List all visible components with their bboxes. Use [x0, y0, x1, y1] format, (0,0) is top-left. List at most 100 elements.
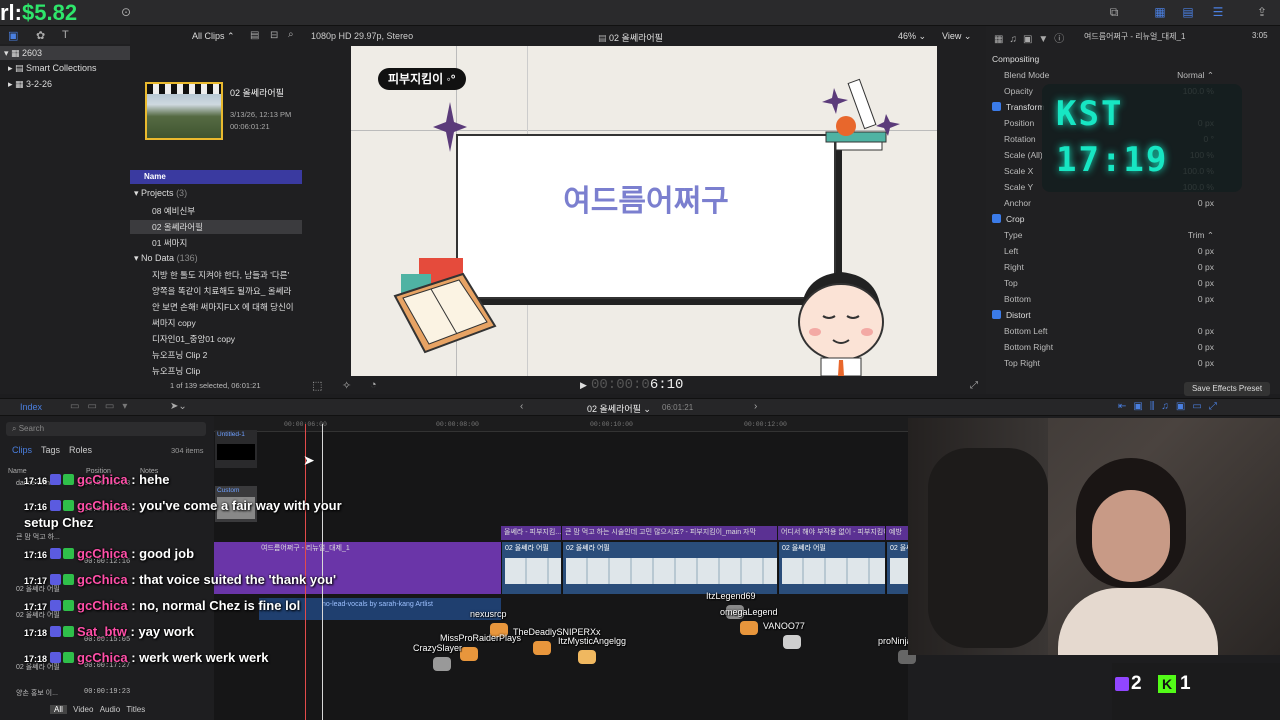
library-root[interactable]: ▾ ▦ 2603: [0, 46, 130, 60]
checkbox-icon[interactable]: [992, 310, 1001, 319]
connect-icon[interactable]: ⧉: [1104, 4, 1124, 20]
chat-username[interactable]: gcChica: [77, 572, 128, 587]
tab-all[interactable]: All: [50, 705, 67, 714]
inspector-row[interactable]: Bottom Left 0 px: [1004, 324, 1264, 338]
nodata-item[interactable]: 써마지 copy: [130, 316, 302, 330]
chat-username[interactable]: gcChica: [77, 598, 128, 613]
timeline-view-icons[interactable]: ⇤▣⫼♫▣▭⤢: [1118, 401, 1224, 412]
library-icon[interactable]: ▣: [8, 29, 18, 42]
layout-inspector-icon[interactable]: ☰: [1208, 4, 1228, 20]
inspector-row[interactable]: Blend Mode Normal ⌃: [1004, 68, 1264, 82]
project-item[interactable]: 01 써마지: [130, 236, 302, 250]
tab-tags[interactable]: Tags: [41, 445, 60, 455]
inspector-value[interactable]: 0 px: [1198, 324, 1214, 338]
video-clip[interactable]: 02 올쎄라 어필: [562, 542, 777, 594]
nodata-item[interactable]: 양쪽을 똑같이 치료해도 될까요_ 올쎄라: [130, 284, 302, 298]
projects-group[interactable]: ▾ Projects (3): [134, 188, 187, 199]
clip-appearance-icon[interactable]: ⊟: [270, 30, 278, 41]
layout-browser-icon[interactable]: ▦: [1150, 4, 1170, 20]
tab-clips[interactable]: Clips: [12, 445, 32, 455]
title-clip[interactable]: 예방: [886, 526, 908, 540]
layout-timeline-icon[interactable]: ▤: [1178, 4, 1198, 20]
speed-icon[interactable]: ◔: [370, 379, 377, 391]
inspector-tabs-icons[interactable]: ▦♫▣▼ⓘ: [994, 30, 1070, 45]
checkbox-icon[interactable]: [992, 102, 1001, 111]
title-clip[interactable]: 올쎄라 - 피부지킴...: [501, 526, 561, 540]
chat-username[interactable]: gcChica: [77, 498, 128, 513]
tab-titles[interactable]: Titles: [126, 705, 145, 714]
video-clip[interactable]: 02 올쎄라 어필: [886, 542, 908, 594]
checkbox-icon[interactable]: [992, 214, 1001, 223]
index-button[interactable]: Index: [20, 402, 42, 412]
inspector-section[interactable]: Transform: [992, 100, 1044, 114]
inspector-row[interactable]: Right 0 px: [1004, 260, 1264, 274]
video-clip[interactable]: 02 올쎄라 어필: [501, 542, 561, 594]
nodata-item[interactable]: 지방 한 톨도 지켜야 한다, 남들과 '다른': [130, 268, 302, 282]
save-effects-preset-button[interactable]: Save Effects Preset: [1184, 382, 1270, 396]
project-item[interactable]: 02 올쎄라어필: [130, 220, 302, 234]
back-arrow-icon[interactable]: ‹: [520, 401, 523, 412]
checkmark-icon[interactable]: ⊙: [116, 4, 136, 20]
title-clip[interactable]: 어디서 해야 부작용 없이 - 피부지킴이...: [778, 526, 885, 540]
project-item[interactable]: 08 예비신부: [130, 204, 302, 218]
inspector-row[interactable]: Type Trim ⌃: [1004, 228, 1264, 242]
chat-username[interactable]: Sat_btw: [77, 624, 127, 639]
inspector-value[interactable]: 0 px: [1198, 196, 1214, 210]
inspector-value[interactable]: Normal ⌃: [1177, 68, 1214, 82]
inspector-row[interactable]: Top 0 px: [1004, 276, 1264, 290]
nodata-item[interactable]: 안 보면 손해! 써마지FLX 에 대해 당신이: [130, 300, 302, 314]
inspector-value[interactable]: 0 px: [1198, 340, 1214, 354]
inspector-value[interactable]: 0 px: [1198, 356, 1214, 370]
timeline-ruler[interactable]: 00:00:06:00 00:00:08:00 00:00:10:00 00:0…: [214, 416, 908, 432]
clip-thumbnail[interactable]: [145, 82, 223, 140]
fullscreen-icon[interactable]: ⤢: [970, 380, 978, 391]
inspector-value[interactable]: 0 px: [1198, 292, 1214, 306]
inspector-row[interactable]: Bottom 0 px: [1004, 292, 1264, 306]
inspector-section[interactable]: Crop: [992, 212, 1024, 226]
library-item-smart-collections[interactable]: ▸ ▤ Smart Collections: [8, 61, 97, 75]
search-icon[interactable]: ⌕: [288, 29, 294, 40]
untitled-clip[interactable]: Untitled-1: [215, 430, 257, 468]
chat-username[interactable]: gcChica: [77, 650, 128, 665]
view-dropdown[interactable]: View ⌄: [942, 31, 971, 42]
index-row[interactable]: 양손 홍보 이... 00:00:19:23: [4, 686, 210, 700]
enhance-icon[interactable]: ✧: [342, 379, 351, 392]
transform-tool-icon[interactable]: ⬚: [312, 379, 322, 392]
forward-arrow-icon[interactable]: ›: [754, 401, 757, 412]
inspector-section[interactable]: Distort: [992, 308, 1031, 322]
index-search-input[interactable]: ⌕ Search: [6, 422, 206, 436]
inspector-value[interactable]: Trim ⌃: [1188, 228, 1214, 242]
inspector-row[interactable]: Bottom Right 0 px: [1004, 340, 1264, 354]
nodata-group[interactable]: ▾ No Data (136): [134, 253, 198, 264]
chat-username[interactable]: gcChica: [77, 472, 128, 487]
nodata-item[interactable]: 디자인01_중앙01 copy: [130, 332, 302, 346]
photos-icon[interactable]: ✿: [36, 29, 45, 42]
nodata-item[interactable]: 뉴오프닝 Clip 2: [130, 348, 302, 362]
project-dropdown[interactable]: 02 올쎄라어필 ⌄: [587, 402, 651, 415]
titles-icon[interactable]: T: [62, 29, 69, 41]
library-root-label: 2603: [22, 48, 43, 58]
tab-video[interactable]: Video: [73, 705, 93, 714]
share-icon[interactable]: ⇪: [1252, 4, 1272, 20]
timeline-tools-icons[interactable]: ▭▭▭▾: [70, 401, 135, 412]
inspector-row[interactable]: Anchor 0 px: [1004, 196, 1264, 210]
tab-audio[interactable]: Audio: [100, 705, 120, 714]
zoom-dropdown[interactable]: 46% ⌄: [898, 31, 926, 42]
tab-roles[interactable]: Roles: [69, 445, 92, 455]
chat-username[interactable]: gcChica: [77, 546, 128, 561]
view-options-icon[interactable]: ▤: [250, 30, 259, 41]
inspector-value[interactable]: 0 px: [1198, 260, 1214, 274]
title-clip[interactable]: 큰 맘 먹고 하는 시술인데 고민 많으시죠? - 피부지킴이_main 자막: [562, 526, 777, 540]
library-item-event[interactable]: ▸ ▦ 3-2-26: [8, 77, 52, 91]
inspector-row[interactable]: Left 0 px: [1004, 244, 1264, 258]
video-clip[interactable]: 02 올쎄라 어필: [778, 542, 885, 594]
inspector-value[interactable]: 0 px: [1198, 244, 1214, 258]
inspector-row[interactable]: Top Right 0 px: [1004, 356, 1264, 370]
nodata-item[interactable]: 뉴오프닝 Clip: [130, 364, 302, 378]
select-tool-icon[interactable]: ➤⌄: [170, 401, 187, 412]
inspector-value[interactable]: 0 px: [1198, 276, 1214, 290]
clip-filter-dropdown[interactable]: All Clips ⌃: [192, 31, 235, 42]
name-column-header[interactable]: Name: [130, 170, 302, 184]
play-icon[interactable]: ▶: [580, 380, 587, 391]
inspector-section[interactable]: Compositing: [992, 52, 1039, 66]
